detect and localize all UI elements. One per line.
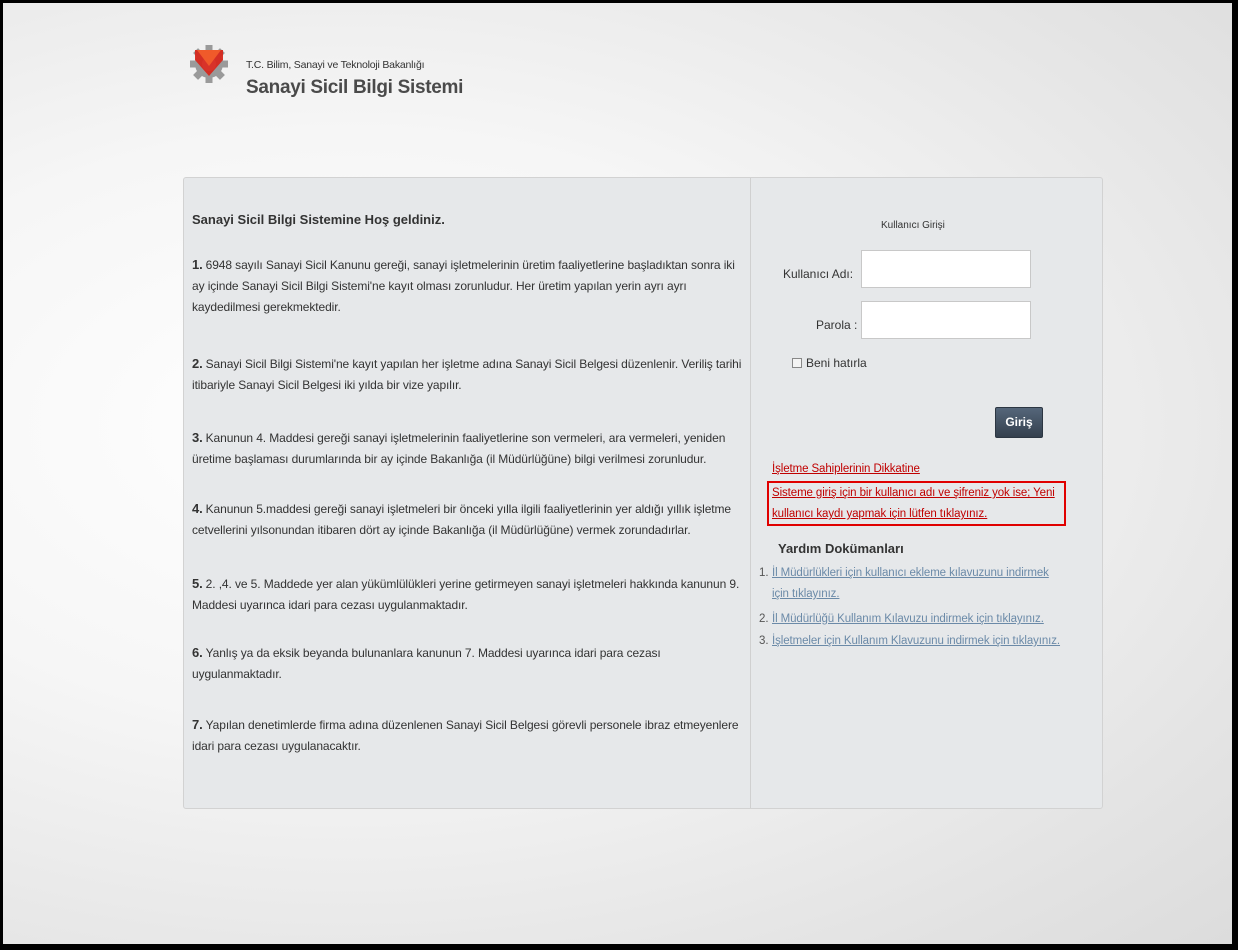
ministry-name: T.C. Bilim, Sanayi ve Teknoloji Bakanlığ… — [246, 59, 425, 71]
remember-me-label[interactable]: Beni hatırla — [806, 356, 867, 370]
help-item-2-link[interactable]: İl Müdürlüğü Kullanım Kılavuzu indirmek … — [772, 609, 1044, 630]
info-item-4: 4. Kanunun 5.maddesi gereği sanayi işletm… — [192, 501, 732, 537]
register-link-line1[interactable]: Sisteme giriş için bir kullanıcı adı ve … — [772, 487, 1055, 499]
info-item-7: 7. Yapılan denetimlerde firma adına düzen… — [192, 717, 739, 753]
register-link-line2[interactable]: kullanıcı kaydı yapmak için lütfen tıkla… — [772, 508, 987, 520]
owners-notice-link[interactable]: İşletme Sahiplerinin Dikkatine — [772, 463, 920, 475]
info-item-2: 2. Sanayi Sicil Bilgi Sistemi'ne kayıt ya… — [192, 356, 742, 392]
help-item-3-number: 3. — [759, 635, 769, 647]
info-item-1: 1. 6948 sayılı Sanayi Sicil Kanunu gereği… — [192, 257, 735, 314]
info-section: Sanayi Sicil Bilgi Sistemine Hoş geldini… — [184, 178, 751, 808]
system-title: Sanayi Sicil Bilgi Sistemi — [246, 77, 464, 98]
help-item-3-link[interactable]: İşletmeler için Kullanım Klavuzunu indir… — [772, 631, 1060, 652]
welcome-heading: Sanayi Sicil Bilgi Sistemine Hoş geldini… — [192, 212, 445, 227]
info-item-5: 5. 2. ,4. ve 5. Maddede yer alan yükümlül… — [192, 576, 740, 612]
help-item-1-number: 1. — [759, 567, 769, 579]
login-section: Kullanıcı Girişi Kullanıcı Adı: Parola :… — [751, 178, 1102, 808]
login-button[interactable]: Giriş — [995, 407, 1043, 438]
help-item-2-number: 2. — [759, 613, 769, 625]
remember-me-checkbox[interactable] — [792, 358, 802, 368]
info-item-3: 3. Kanunun 4. Maddesi gereği sanayi işlet… — [192, 430, 726, 466]
password-input[interactable] — [861, 301, 1031, 339]
help-item-1-link-line2[interactable]: için tıklayınız. — [772, 584, 840, 605]
password-label: Parola : — [816, 318, 858, 332]
username-label: Kullanıcı Adı: — [783, 267, 854, 281]
page-frame: T.C. Bilim, Sanayi ve Teknoloji Bakanlığ… — [0, 0, 1238, 950]
info-item-6: 6. Yanlış ya da eksik beyanda bulunanlara… — [192, 645, 661, 681]
gear-logo-icon — [190, 45, 228, 83]
login-title: Kullanıcı Girişi — [881, 220, 945, 231]
help-item-1-link-line1[interactable]: İl Müdürlükleri için kullanıcı ekleme kı… — [772, 563, 1049, 584]
main-panel: Sanayi Sicil Bilgi Sistemine Hoş geldini… — [183, 177, 1103, 809]
username-input[interactable] — [861, 250, 1031, 288]
help-docs-title: Yardım Dokümanları — [778, 541, 904, 556]
